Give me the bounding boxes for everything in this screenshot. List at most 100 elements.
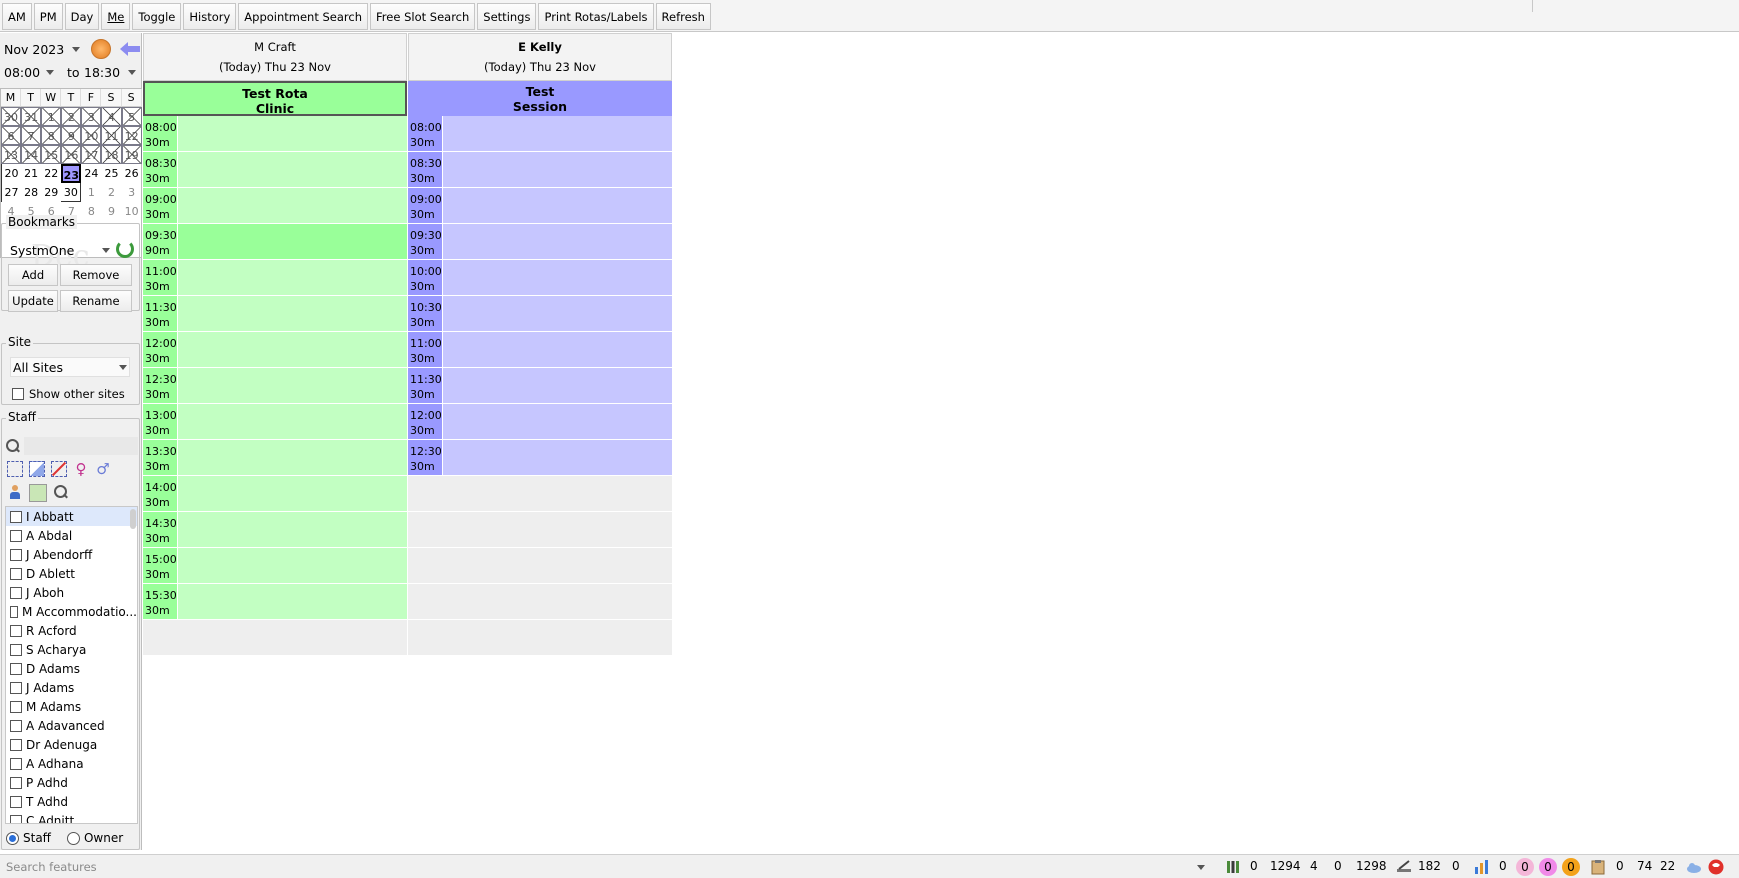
calendar-day[interactable]: 9: [61, 126, 82, 145]
appointment-slot[interactable]: 14:00 30m: [143, 476, 407, 512]
calendar-day[interactable]: 31: [21, 107, 42, 126]
calendar-day[interactable]: 10: [81, 126, 102, 145]
checkbox-icon[interactable]: [10, 795, 22, 808]
refresh-icon[interactable]: [116, 240, 134, 258]
person-icon[interactable]: [7, 484, 23, 500]
appointment-slot[interactable]: 11:00 30m: [408, 332, 672, 368]
appointment-slot[interactable]: 15:30 30m: [143, 584, 407, 620]
calendar-day[interactable]: 28: [21, 183, 41, 202]
list-item[interactable]: M Adams: [6, 697, 137, 716]
bookmark-rename-button[interactable]: Rename: [60, 290, 132, 312]
calendar-day[interactable]: 1: [41, 107, 62, 126]
calendar-day[interactable]: 22: [41, 164, 61, 183]
checkbox-icon[interactable]: [10, 567, 22, 580]
calendar-day[interactable]: 2: [61, 107, 82, 126]
appointment-slot[interactable]: 09:30 90m: [143, 224, 407, 260]
checkbox-icon[interactable]: [10, 738, 22, 751]
slot-body[interactable]: [443, 368, 672, 403]
bookmark-remove-button[interactable]: Remove: [60, 264, 132, 286]
appointment-slot[interactable]: 08:00 30m: [408, 116, 672, 152]
slot-body[interactable]: [443, 224, 672, 259]
slot-body[interactable]: [178, 224, 407, 259]
status-pill-magenta[interactable]: 0: [1539, 858, 1557, 876]
me-button[interactable]: Me: [101, 3, 131, 30]
slot-body[interactable]: [443, 440, 672, 475]
slot-body[interactable]: [178, 368, 407, 403]
day-button[interactable]: Day: [64, 3, 100, 30]
calendar-day[interactable]: 15: [41, 145, 62, 164]
female-icon[interactable]: ♀: [73, 461, 89, 477]
list-item[interactable]: A Adhana: [6, 754, 137, 773]
deselect-all-icon[interactable]: [51, 461, 67, 477]
list-item[interactable]: D Ablett: [6, 564, 137, 583]
appointment-slot[interactable]: 12:00 30m: [408, 404, 672, 440]
list-item[interactable]: J Aboh: [6, 583, 137, 602]
appointment-slot[interactable]: 09:00 30m: [408, 188, 672, 224]
calendar-day[interactable]: 18: [101, 145, 122, 164]
phone-icon[interactable]: [1708, 859, 1724, 875]
slot-body[interactable]: [178, 548, 407, 583]
appointment-slot[interactable]: 12:00 30m: [143, 332, 407, 368]
calendar-day[interactable]: 17: [81, 145, 102, 164]
bookmark-add-button[interactable]: Add: [8, 264, 58, 286]
list-item[interactable]: C Adnitt: [6, 811, 137, 823]
checkbox-icon[interactable]: [10, 776, 22, 789]
time-from-dropdown[interactable]: 08:00: [4, 65, 54, 80]
appointment-slot[interactable]: 12:30 30m: [408, 440, 672, 476]
calendar-day[interactable]: 2: [101, 183, 121, 202]
appointment-slot[interactable]: 11:00 30m: [143, 260, 407, 296]
slot-body[interactable]: [443, 296, 672, 331]
appointment-slot[interactable]: 13:30 30m: [143, 440, 407, 476]
appointment-slot[interactable]: 08:30 30m: [408, 152, 672, 188]
calendar-day[interactable]: 24: [81, 164, 101, 183]
sun-icon[interactable]: [91, 39, 111, 59]
calendar-day[interactable]: 29: [41, 183, 61, 202]
history-button[interactable]: History: [183, 3, 237, 30]
slot-body[interactable]: [178, 440, 407, 475]
list-item[interactable]: A Adavanced: [6, 716, 137, 735]
settings-button[interactable]: Settings: [477, 3, 537, 30]
list-item[interactable]: D Adams: [6, 659, 137, 678]
clipboard-icon[interactable]: [1590, 859, 1606, 875]
am-button[interactable]: AM: [2, 3, 32, 30]
pm-button[interactable]: PM: [33, 3, 63, 30]
slot-body[interactable]: [443, 260, 672, 295]
slot-body[interactable]: [178, 152, 407, 187]
calendar-day[interactable]: 12: [121, 126, 142, 145]
checkbox-icon[interactable]: [10, 548, 22, 561]
list-item[interactable]: J Abendorff: [6, 545, 137, 564]
checkbox-icon[interactable]: [10, 662, 22, 675]
calendar-day[interactable]: 26: [122, 164, 142, 183]
calendar-day[interactable]: 14: [21, 145, 42, 164]
search-features-input[interactable]: Search features: [3, 858, 1211, 876]
appointment-slot[interactable]: 11:30 30m: [143, 296, 407, 332]
show-other-sites-checkbox[interactable]: Show other sites: [12, 387, 125, 401]
print-rotas-button[interactable]: Print Rotas/Labels: [538, 3, 654, 30]
refresh-button[interactable]: Refresh: [655, 3, 711, 30]
appointment-search-button[interactable]: Appointment Search: [238, 3, 369, 30]
back-arrow-icon[interactable]: [120, 42, 140, 56]
slot-body[interactable]: [178, 188, 407, 223]
calendar-day-today[interactable]: 23: [61, 164, 82, 183]
checkbox-icon[interactable]: [10, 529, 22, 542]
appointment-slot[interactable]: 09:30 30m: [408, 224, 672, 260]
calendar-day[interactable]: 7: [21, 126, 42, 145]
list-item[interactable]: S Acharya: [6, 640, 137, 659]
chart-icon[interactable]: [1474, 859, 1490, 875]
appointment-slot[interactable]: 15:00 30m: [143, 548, 407, 584]
toggle-button[interactable]: Toggle: [132, 3, 182, 30]
test-tubes-icon[interactable]: [1225, 859, 1241, 875]
slot-body[interactable]: [178, 260, 407, 295]
list-item[interactable]: J Adams: [6, 678, 137, 697]
calendar-day[interactable]: 16: [61, 145, 82, 164]
male-icon[interactable]: ♂: [95, 461, 111, 477]
calendar-day[interactable]: 19: [121, 145, 142, 164]
slot-body[interactable]: [178, 404, 407, 439]
calendar-day[interactable]: 9: [101, 202, 121, 221]
appointment-slot[interactable]: 14:30 30m: [143, 512, 407, 548]
bookmark-dropdown[interactable]: SystmOne: [10, 240, 110, 260]
calendar-day[interactable]: 27: [1, 183, 21, 202]
search-icon[interactable]: [5, 438, 21, 454]
checkbox-icon[interactable]: [10, 605, 18, 618]
calendar-day[interactable]: 5: [121, 107, 142, 126]
